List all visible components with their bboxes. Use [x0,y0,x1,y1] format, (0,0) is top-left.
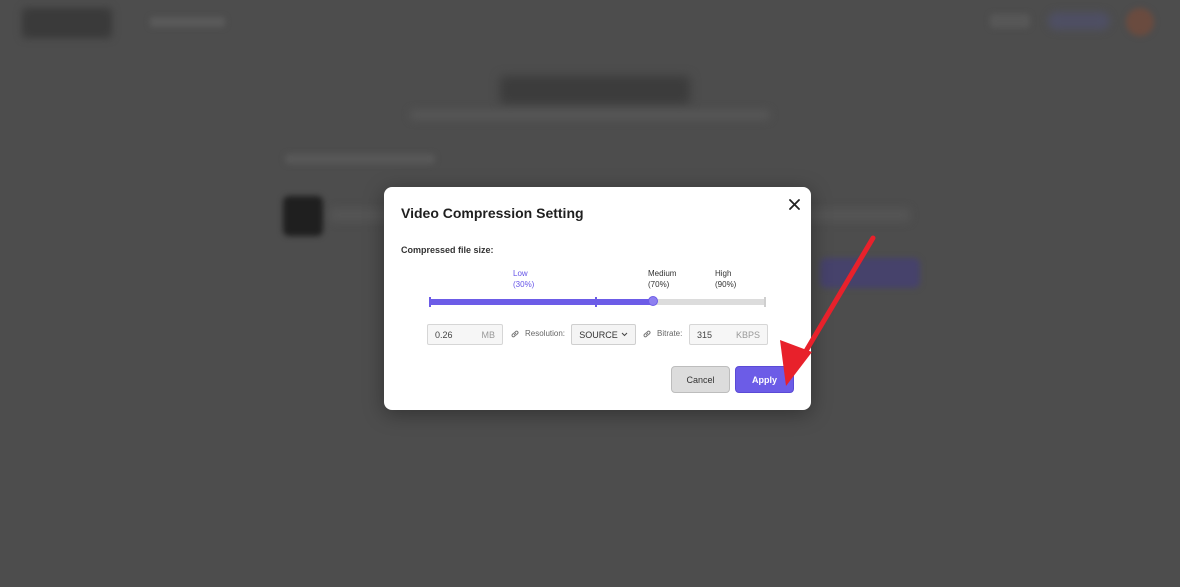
tick-medium-percent: (70%) [648,280,670,289]
slider-fill [429,299,654,305]
slider-mid-marker [595,297,597,307]
resolution-label: Resolution: [525,329,566,338]
resolution-value: SOURCE [579,329,618,340]
compression-setting-dialog: Video Compression Setting Compressed fil… [384,187,811,410]
chevron-down-icon [621,332,628,337]
resolution-select[interactable]: SOURCE [571,324,636,345]
slider-start-marker [429,297,431,307]
close-button[interactable] [785,195,803,213]
top-nav [150,17,225,27]
tick-high-label[interactable]: High (90%) [715,268,736,290]
file-section-label [285,154,435,164]
slider-thumb[interactable] [648,296,659,306]
bitrate-value: 315 [697,329,713,340]
header-button [1048,12,1110,30]
compressed-size-label: Compressed file size: [401,245,494,255]
cancel-button[interactable]: Cancel [671,366,730,393]
tick-low-percent: (30%) [513,280,535,289]
tick-low-label[interactable]: Low (30%) [513,268,534,290]
tick-medium-name: Medium [648,269,677,278]
tick-high-percent: (90%) [715,280,737,289]
file-size-unit: MB [481,329,496,340]
bitrate-unit: KBPS [735,329,760,340]
file-size-value: 0.26 [435,329,453,340]
tick-low-name: Low [513,269,528,278]
link-icon [511,330,519,338]
compress-button [820,258,920,288]
header-link [990,14,1030,28]
file-size-field[interactable]: 0.26 MB [427,324,503,345]
tick-medium-label[interactable]: Medium (70%) [648,268,676,290]
link-icon [643,330,651,338]
bitrate-field[interactable]: 315 KBPS [689,324,768,345]
close-icon [788,198,800,210]
slider-end-marker [764,297,766,307]
apply-button[interactable]: Apply [735,366,794,393]
page-title [500,76,690,104]
tick-high-name: High [715,269,732,278]
page-subtitle [410,110,770,120]
avatar [1126,8,1154,36]
app-logo [22,8,112,38]
video-thumbnail [283,196,323,236]
dialog-title: Video Compression Setting [401,205,584,221]
bitrate-label: Bitrate: [657,329,683,338]
compression-slider[interactable] [429,296,766,307]
